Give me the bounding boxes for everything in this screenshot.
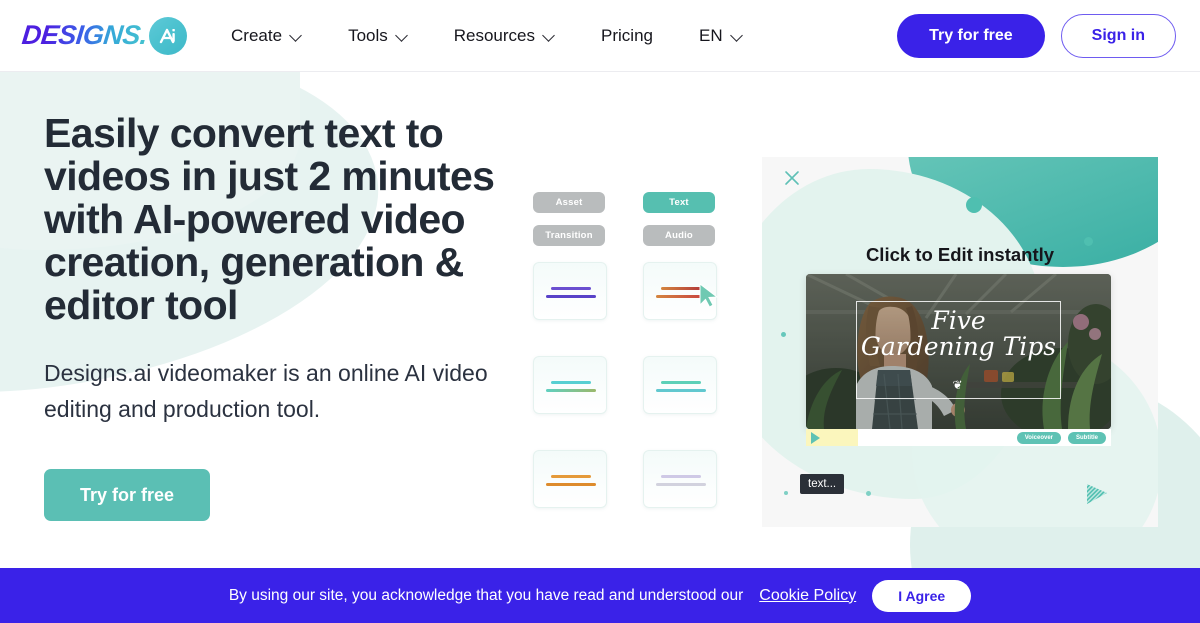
ai-logo-icon	[149, 16, 188, 55]
hero-subtitle: Designs.ai videomaker is an online AI vi…	[44, 360, 488, 423]
preview-heading: Click to Edit instantly	[865, 244, 1055, 265]
card-line-bottom	[656, 483, 706, 486]
player-pill-voiceover[interactable]: Voiceover	[1016, 431, 1061, 444]
nav-label-pricing: Pricing	[601, 25, 653, 45]
video-title-line-2: Gardening Tips	[860, 332, 1057, 361]
logo[interactable]: DESIGNS.	[20, 16, 188, 56]
cursor-triangle-icon	[1087, 484, 1107, 504]
cookie-banner: By using our site, you acknowledge that …	[0, 568, 1200, 623]
card-line-top	[551, 287, 591, 290]
card-line-bottom	[546, 295, 596, 298]
video-preview-panel: Click to Edit instantly Five Gardening T…	[762, 157, 1158, 527]
template-card[interactable]	[533, 356, 607, 414]
nav-item-pricing[interactable]: Pricing	[601, 18, 653, 54]
main-navigation: Create Tools Resources Pricing EN	[231, 18, 743, 54]
card-line-top	[661, 475, 701, 478]
tile-pill-transition[interactable]: Transition	[533, 225, 605, 246]
video-title-line-1: Five	[931, 306, 986, 335]
decor-dot	[781, 332, 786, 337]
decor-dot	[866, 491, 871, 496]
video-title-overlay: Five Gardening Tips	[806, 308, 1111, 362]
template-card-grid	[533, 262, 733, 508]
nav-item-create[interactable]: Create	[231, 18, 302, 54]
decor-dot	[784, 491, 788, 495]
editor-tiles-illustration: Asset Text Transition Audio	[533, 192, 733, 508]
text-tooltip: text...	[800, 474, 845, 494]
play-icon[interactable]	[811, 431, 820, 444]
nav-label-create: Create	[231, 25, 283, 45]
card-line-bottom	[546, 389, 596, 392]
chevron-down-icon	[291, 30, 302, 41]
template-card[interactable]	[533, 450, 607, 508]
template-card[interactable]	[533, 262, 607, 320]
decor-dot	[966, 197, 982, 213]
card-line-bottom	[546, 483, 596, 486]
video-thumbnail-card[interactable]: Five Gardening Tips ❦	[806, 274, 1111, 429]
nav-item-resources[interactable]: Resources	[454, 18, 555, 54]
page-title: Easily convert text to videos in just 2 …	[44, 110, 495, 329]
preview-panel-body: Click to Edit instantly Five Gardening T…	[762, 157, 1158, 527]
tile-pill-asset[interactable]: Asset	[533, 192, 605, 213]
site-header: DESIGNS. Create Tools Resources Pricing …	[0, 0, 1200, 72]
template-card[interactable]	[643, 450, 717, 508]
card-line-bottom	[656, 389, 706, 392]
hero-try-for-free-button[interactable]: Try for free	[44, 469, 210, 522]
i-agree-button[interactable]: I Agree	[872, 579, 972, 612]
logo-wordmark: DESIGNS.	[20, 20, 149, 50]
hero-section: Easily convert text to videos in just 2 …	[44, 110, 504, 522]
chevron-down-icon	[397, 30, 408, 41]
sign-in-button[interactable]: Sign in	[1060, 13, 1176, 58]
close-icon[interactable]	[784, 170, 800, 186]
nav-item-tools[interactable]: Tools	[348, 18, 408, 54]
nav-label-tools: Tools	[348, 25, 388, 45]
tile-pill-row-1: Asset Text	[533, 192, 733, 213]
tile-pill-audio[interactable]: Audio	[643, 225, 715, 246]
try-for-free-button[interactable]: Try for free	[897, 13, 1045, 58]
nav-item-language[interactable]: EN	[699, 18, 743, 54]
card-line-top	[551, 475, 591, 478]
nav-label-resources: Resources	[453, 25, 536, 45]
tile-pill-row-2: Transition Audio	[533, 225, 733, 246]
video-title-flourish: ❦	[952, 378, 965, 392]
player-pill-group: Voiceover Subtitle	[1016, 431, 1111, 444]
page-root: DESIGNS. Create Tools Resources Pricing …	[0, 0, 1200, 623]
cursor-icon	[699, 283, 719, 308]
template-card[interactable]	[643, 262, 719, 320]
card-line-top	[661, 287, 701, 290]
tile-pill-text[interactable]: Text	[643, 192, 715, 213]
cookie-policy-link[interactable]: Cookie Policy	[759, 587, 856, 605]
player-pill-subtitle[interactable]: Subtitle	[1068, 431, 1106, 444]
card-line-top	[661, 381, 701, 384]
chevron-down-icon	[732, 30, 743, 41]
nav-label-language: EN	[698, 25, 723, 45]
card-line-top	[551, 381, 591, 384]
template-card[interactable]	[643, 356, 717, 414]
video-player-bar[interactable]: Voiceover Subtitle	[806, 429, 1111, 446]
chevron-down-icon	[544, 30, 555, 41]
cookie-message: By using our site, you acknowledge that …	[228, 586, 744, 604]
